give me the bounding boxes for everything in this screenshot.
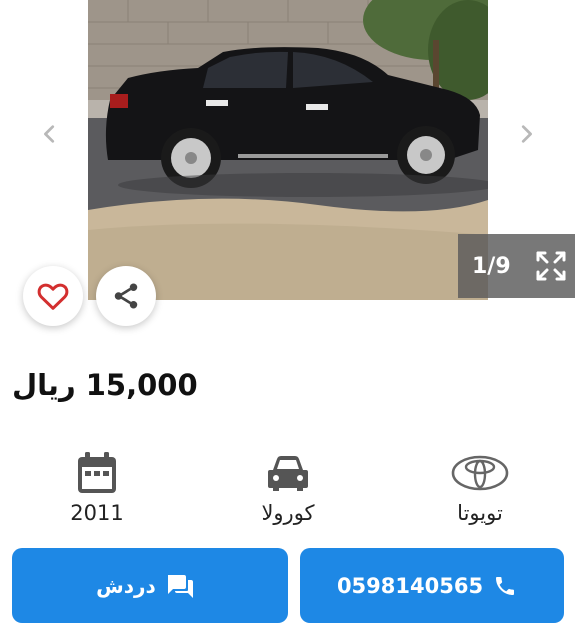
image-gallery[interactable]: 1/9 xyxy=(0,0,575,300)
share-button[interactable] xyxy=(96,266,156,326)
chat-button[interactable]: دردش xyxy=(12,548,288,623)
spec-make: تويوتا xyxy=(415,445,545,525)
fullscreen-button[interactable] xyxy=(534,249,568,283)
chat-button-label: دردش xyxy=(96,573,156,598)
phone-icon xyxy=(496,576,515,595)
chevron-right-icon xyxy=(521,125,532,143)
spec-make-value: تويوتا xyxy=(457,501,503,525)
call-button[interactable]: 0598140565 xyxy=(300,548,564,623)
next-image-button[interactable] xyxy=(512,120,540,148)
car-photo-image xyxy=(88,0,488,300)
spec-year-value: 2011 xyxy=(70,501,124,525)
spec-year: 2011 xyxy=(32,445,162,525)
spec-model-value: كورولا xyxy=(261,501,315,525)
favorite-button[interactable] xyxy=(23,266,83,326)
calendar-icon xyxy=(78,452,116,493)
image-counter: 1/9 xyxy=(472,253,511,279)
car-icon xyxy=(268,456,308,491)
phone-number: 0598140565 xyxy=(336,573,484,598)
chevron-left-icon xyxy=(44,125,55,143)
fullscreen-icon xyxy=(536,251,566,281)
toyota-logo-icon xyxy=(451,455,509,491)
car-photo[interactable] xyxy=(88,0,488,300)
previous-image-button[interactable] xyxy=(36,120,64,148)
chat-icon xyxy=(167,574,193,598)
spec-model: كورولا xyxy=(223,445,353,525)
image-counter-panel: 1/9 xyxy=(458,234,575,298)
heart-icon xyxy=(37,283,69,310)
share-icon xyxy=(114,283,138,309)
listing-price: 15,000 ريال xyxy=(12,368,198,402)
